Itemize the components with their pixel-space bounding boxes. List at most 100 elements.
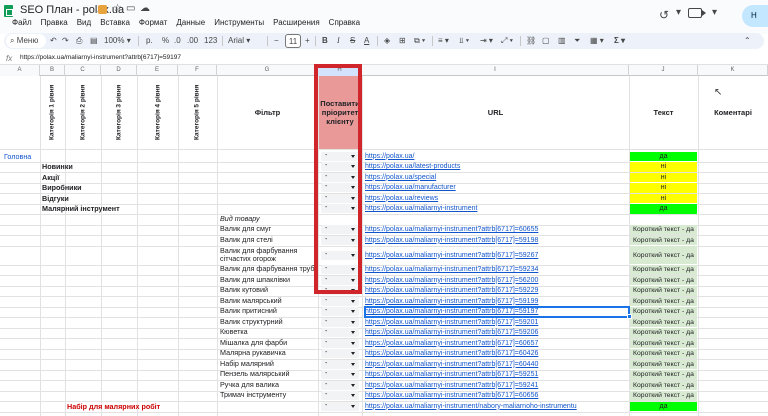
filter-views-icon[interactable]: ▦ ▾	[590, 36, 604, 45]
borders-icon[interactable]: ⊞	[399, 36, 406, 45]
column-header[interactable]: D	[101, 65, 137, 76]
header-filter[interactable]: Фільтр	[217, 108, 318, 117]
column-header[interactable]: K	[698, 65, 768, 76]
filter-label[interactable]: Валик притисний	[220, 307, 317, 315]
filter-label[interactable]: Пензель малярський	[220, 370, 317, 378]
currency-format-button[interactable]: р.	[146, 36, 153, 45]
chevron-down-icon[interactable]: ▾	[712, 7, 717, 18]
header-cat1[interactable]: Категорія 1 рівня	[42, 79, 62, 145]
font-size-decrease-button[interactable]: −	[274, 36, 279, 45]
column-header[interactable]: J	[629, 65, 698, 76]
text-status[interactable]: Короткий текст - да	[630, 328, 697, 337]
text-wrapping-icon[interactable]: ⇥ ▾	[480, 36, 493, 45]
decrease-decimal-button[interactable]: .0	[174, 36, 181, 45]
text-status[interactable]: Короткий текст - да	[630, 349, 697, 358]
header-cat2[interactable]: Категорія 2 рівня	[73, 79, 93, 145]
merge-cells-icon[interactable]: ⧉ ▾	[414, 36, 425, 46]
history-icon[interactable]: ↺	[659, 8, 669, 22]
url-link[interactable]: https://polax.ua/maliarnyi-instrument?at…	[365, 370, 627, 379]
url-link[interactable]: https://polax.ua/maliarnyi-instrument?at…	[365, 251, 627, 260]
url-link[interactable]: https://polax.ua/maliarnyi-instrument?at…	[365, 381, 627, 390]
header-cat5[interactable]: Категорія 5 рівня	[187, 79, 207, 145]
document-title[interactable]: SEO План - polax.ua	[20, 4, 124, 16]
move-icon[interactable]: ▭	[126, 3, 135, 14]
text-status[interactable]: ні	[630, 173, 697, 182]
collapse-toolbar-icon[interactable]: ⌃	[744, 36, 751, 45]
filter-icon[interactable]: ⏷	[574, 36, 580, 46]
text-status[interactable]: Короткий текст - да	[630, 391, 697, 400]
text-status[interactable]: Короткий текст - да	[630, 297, 697, 306]
insert-comment-icon[interactable]: ▢	[542, 36, 550, 45]
menu-item[interactable]: Вставка	[100, 18, 130, 27]
url-link[interactable]: https://polax.ua/maliarnyi-instrument	[365, 204, 627, 213]
header-cat4[interactable]: Категорія 4 рівня	[148, 79, 168, 145]
text-status[interactable]: Короткий текст - да	[630, 286, 697, 295]
column-header[interactable]: I	[362, 65, 629, 76]
sheets-logo-icon[interactable]	[4, 5, 13, 17]
horizontal-align-icon[interactable]: ≡ ▾	[438, 36, 449, 45]
text-rotation-icon[interactable]: ⤢ ▾	[501, 36, 513, 46]
header-comments[interactable]: Коментарі	[698, 108, 768, 117]
url-link[interactable]: https://polax.ua/maliarnyi-instrument?at…	[365, 307, 627, 316]
text-status[interactable]: да	[630, 402, 697, 411]
fill-handle[interactable]	[627, 314, 632, 319]
filter-label[interactable]: Валик для смуг	[220, 225, 317, 233]
video-call-icon[interactable]	[688, 8, 706, 18]
url-link[interactable]: https://polax.ua/	[365, 152, 627, 161]
filter-label[interactable]: Валик для фарбування сітчастих огорож	[220, 247, 317, 263]
category-label[interactable]: Новинки	[42, 162, 212, 171]
font-size-input[interactable]: 11	[285, 34, 301, 48]
percent-format-button[interactable]: %	[162, 36, 169, 45]
url-link[interactable]: https://polax.ua/special	[365, 173, 627, 182]
bold-icon[interactable]: B	[322, 36, 328, 45]
text-status[interactable]: Короткий текст - да	[630, 307, 697, 316]
paint-format-icon[interactable]: ▤	[90, 36, 98, 45]
text-status[interactable]: Короткий текст - да	[630, 276, 697, 285]
search-menus-input[interactable]: ⌕ Меню	[6, 34, 46, 48]
menu-item[interactable]: Формат	[139, 18, 167, 27]
font-size-increase-button[interactable]: +	[305, 36, 310, 45]
url-link[interactable]: https://polax.ua/maliarnyi-instrument?at…	[365, 318, 627, 327]
filter-label[interactable]: Мішалка для фарби	[220, 339, 317, 347]
filter-label[interactable]: Малярна рукавичка	[220, 349, 317, 357]
subcategory-label[interactable]: Набір для малярних робіт	[67, 402, 217, 411]
filter-label[interactable]: Вид товару	[220, 215, 317, 223]
url-link[interactable]: https://polax.ua/maliarnyi-instrument?at…	[365, 349, 627, 358]
header-text[interactable]: Текст	[629, 108, 698, 117]
menu-item[interactable]: Файл	[12, 18, 32, 27]
url-link[interactable]: https://polax.ua/maliarnyi-instrument?at…	[365, 297, 627, 306]
filter-label[interactable]: Ручка для валика	[220, 381, 317, 389]
zoom-select[interactable]: 100% ▾	[104, 36, 131, 45]
text-status[interactable]: да	[630, 204, 697, 213]
increase-decimal-button[interactable]: .00	[187, 36, 198, 45]
header-cat3[interactable]: Категорія 3 рівня	[109, 79, 129, 145]
share-button[interactable]: Н	[742, 5, 768, 27]
text-status[interactable]: Короткий текст - да	[630, 225, 697, 234]
column-header[interactable]: F	[178, 65, 217, 76]
move-folder-icon[interactable]	[98, 5, 107, 14]
text-status[interactable]: ні	[630, 183, 697, 192]
filter-label[interactable]: Валик для стелі	[220, 236, 317, 244]
font-family-select[interactable]: Arial ▾	[228, 36, 250, 45]
column-header[interactable]: H	[318, 65, 362, 76]
text-status[interactable]: Короткий текст - да	[630, 381, 697, 390]
header-url[interactable]: URL	[362, 108, 629, 117]
insert-link-icon[interactable]: ⛓	[526, 36, 536, 45]
filter-label[interactable]: Валик для шпаклівки	[220, 276, 317, 284]
insert-chart-icon[interactable]: ▥	[558, 36, 566, 45]
formula-input[interactable]: https://polax.ua/maliarnyi-instrument?at…	[20, 54, 181, 61]
menu-item[interactable]: Справка	[329, 18, 360, 27]
url-link[interactable]: https://polax.ua/maliarnyi-instrument?at…	[365, 391, 627, 400]
italic-icon[interactable]: I	[337, 36, 340, 45]
text-status[interactable]: Короткий текст - да	[630, 265, 697, 274]
url-link[interactable]: https://polax.ua/maliarnyi-instrument?at…	[365, 265, 627, 274]
filter-label[interactable]: Набір малярний	[220, 360, 317, 368]
column-header[interactable]: B	[40, 65, 65, 76]
filter-label[interactable]: Валик для фарбування труб	[220, 265, 317, 273]
filter-label[interactable]: Валик структурний	[220, 318, 317, 326]
star-icon[interactable]: ☆	[113, 3, 122, 14]
url-link[interactable]: https://polax.ua/maliarnyi-instrument?at…	[365, 225, 627, 234]
url-link[interactable]: https://polax.ua/manufacturer	[365, 183, 627, 192]
section-label[interactable]: Головна	[4, 152, 64, 161]
filter-label[interactable]: Валик малярський	[220, 297, 317, 305]
